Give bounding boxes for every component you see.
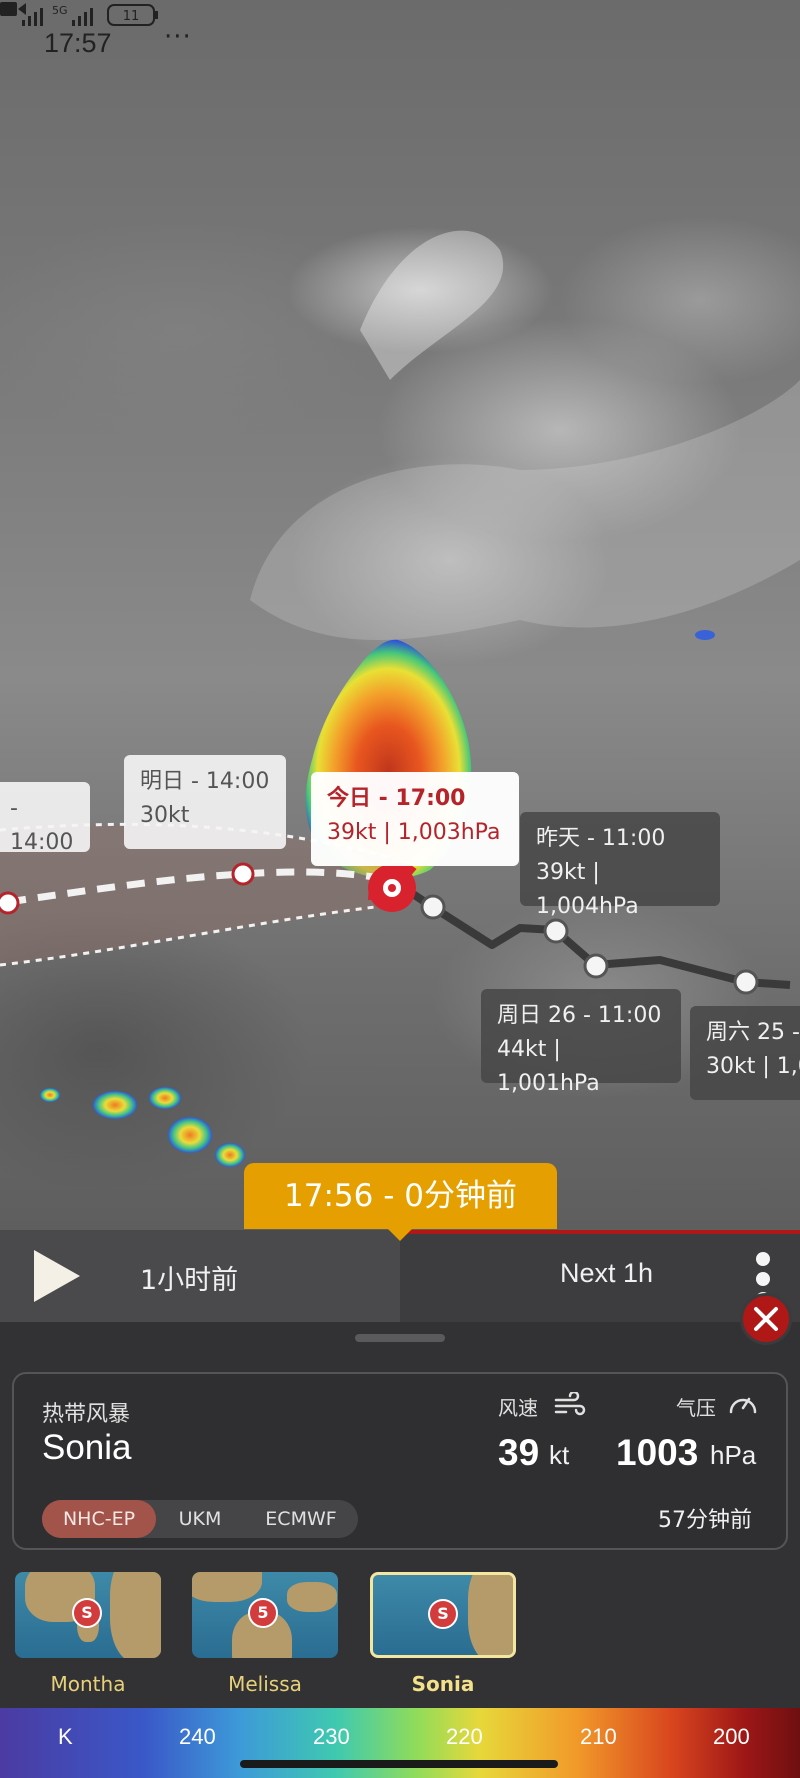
storm-badge: S [428,1599,458,1629]
scale-tick: 220 [446,1724,483,1749]
timestamp-badge: 17:56 - 0分钟前 [244,1163,557,1229]
track-label-tomorrow[interactable]: 明日 - 14:00 30kt [124,755,286,849]
drag-handle[interactable] [355,1334,445,1342]
gauge-icon [729,1397,757,1414]
track-label-detail: 39kt | 1,003hPa [327,820,501,845]
track-label-title: 今日 - 17:00 [327,786,466,811]
track-label-title: 周六 25 - [706,1020,800,1045]
track-label-detail: 44kt | 1,001hPa [497,1037,600,1096]
convective-cell [168,1117,212,1153]
storm-type: 热带风暴 [42,1402,131,1427]
pressure-unit: hPa [710,1440,757,1470]
track-label-detail: 30kt | 1,0 [706,1054,800,1079]
storm-info-card[interactable]: 热带风暴 Sonia 风速 气压 39 kt 1003 hPa NHC-EP U… [12,1372,788,1550]
storm-name-sonia[interactable]: Sonia [370,1672,516,1696]
timeline-prev-segment[interactable]: 1小时前 [0,1230,400,1322]
forecast-point [231,862,255,886]
model-tab-ukm[interactable]: UKM [156,1500,244,1538]
storm-name-melissa[interactable]: Melissa [192,1672,338,1696]
track-label-title: 昨天 - 11:00 [536,826,666,851]
track-label-title: 周日 26 - 11:00 [497,1003,662,1028]
storm-panel: 热带风暴 Sonia 风速 气压 39 kt 1003 hPa NHC-EP U… [0,1322,800,1778]
close-icon [754,1307,778,1331]
close-button[interactable] [740,1293,792,1345]
storm-thumb-montha[interactable]: S [15,1572,161,1658]
status-time: 17:57 [44,28,112,58]
convective-cell [40,1088,60,1102]
wind-icon [554,1392,586,1416]
pressure-value: 1003 [616,1432,699,1473]
wind-speed-unit: kt [549,1440,570,1470]
track-label-today[interactable]: 今日 - 17:00 39kt | 1,003hPa [311,772,519,866]
status-bar: 17:57 ··· 5G 5G 11 [0,0,800,90]
model-selector[interactable]: NHC-EP UKM ECMWF [42,1500,358,1538]
hurricane-icon [368,863,417,912]
track-label-title: 明日 - 14:00 [140,769,270,794]
network-type-1: 5G [2,4,18,17]
timestamp-pointer [388,1229,412,1241]
next-hour-label[interactable]: Next 1h [560,1258,653,1289]
wind-speed-label: 风速 [498,1396,538,1420]
cloud-band [360,230,504,380]
scale-unit: K [58,1724,73,1749]
track-label-sat25[interactable]: 周六 25 - 30kt | 1,0 [690,1006,800,1100]
wind-speed-value: 39 [498,1432,540,1473]
track-label-detail: 30kt [140,803,190,828]
cloud-mass [250,380,800,640]
scale-tick: 210 [580,1724,617,1749]
past-point [583,953,609,979]
timeline-next-segment[interactable]: Next 1h [400,1230,800,1322]
play-icon[interactable] [30,1248,82,1304]
prev-hour-label[interactable]: 1小时前 [140,1258,238,1297]
convective-cell [215,1143,245,1167]
scale-tick: 200 [713,1724,750,1749]
model-tab-nhc-ep[interactable]: NHC-EP [42,1500,156,1538]
past-point [733,969,759,995]
storm-name: Sonia [42,1428,132,1467]
storm-badge: S [72,1598,102,1628]
pressure-label: 气压 [676,1396,716,1420]
track-label-time: - 14:00 [10,796,74,855]
scale-tick: 230 [313,1724,350,1749]
satellite-map[interactable]: 17:57 ··· 5G 5G 11 - 14:00 明日 - 14:00 30… [0,0,800,1230]
scale-tick: 240 [179,1724,216,1749]
storm-badge: 5 [248,1598,278,1628]
past-point [420,894,446,920]
track-label-sun26[interactable]: 周日 26 - 11:00 44kt | 1,001hPa [481,989,681,1096]
battery-level: 11 [123,9,140,24]
timeline-bar[interactable]: 1小时前 Next 1h [0,1230,800,1322]
model-tab-ecmwf[interactable]: ECMWF [244,1500,358,1538]
storm-thumb-sonia[interactable]: S [370,1572,516,1658]
forecast-point [0,891,20,915]
track-label-detail: 39kt | 1,004hPa [536,860,639,919]
track-label-far-left[interactable]: - 14:00 [0,782,90,855]
network-type-2: 5G [52,4,68,17]
track-label-yesterday[interactable]: 昨天 - 11:00 39kt | 1,004hPa [520,812,720,919]
convective-cell [93,1091,137,1119]
storm-name-montha[interactable]: Montha [15,1672,161,1696]
convective-cell [149,1087,181,1109]
home-indicator[interactable] [240,1760,558,1768]
storm-thumb-melissa[interactable]: 5 [192,1572,338,1658]
signal-battery-icons: 5G 5G 11 [2,4,158,26]
status-more-dots: ··· [164,22,192,52]
updated-time: 57分钟前 [658,1508,752,1533]
convective-cell [695,630,715,640]
